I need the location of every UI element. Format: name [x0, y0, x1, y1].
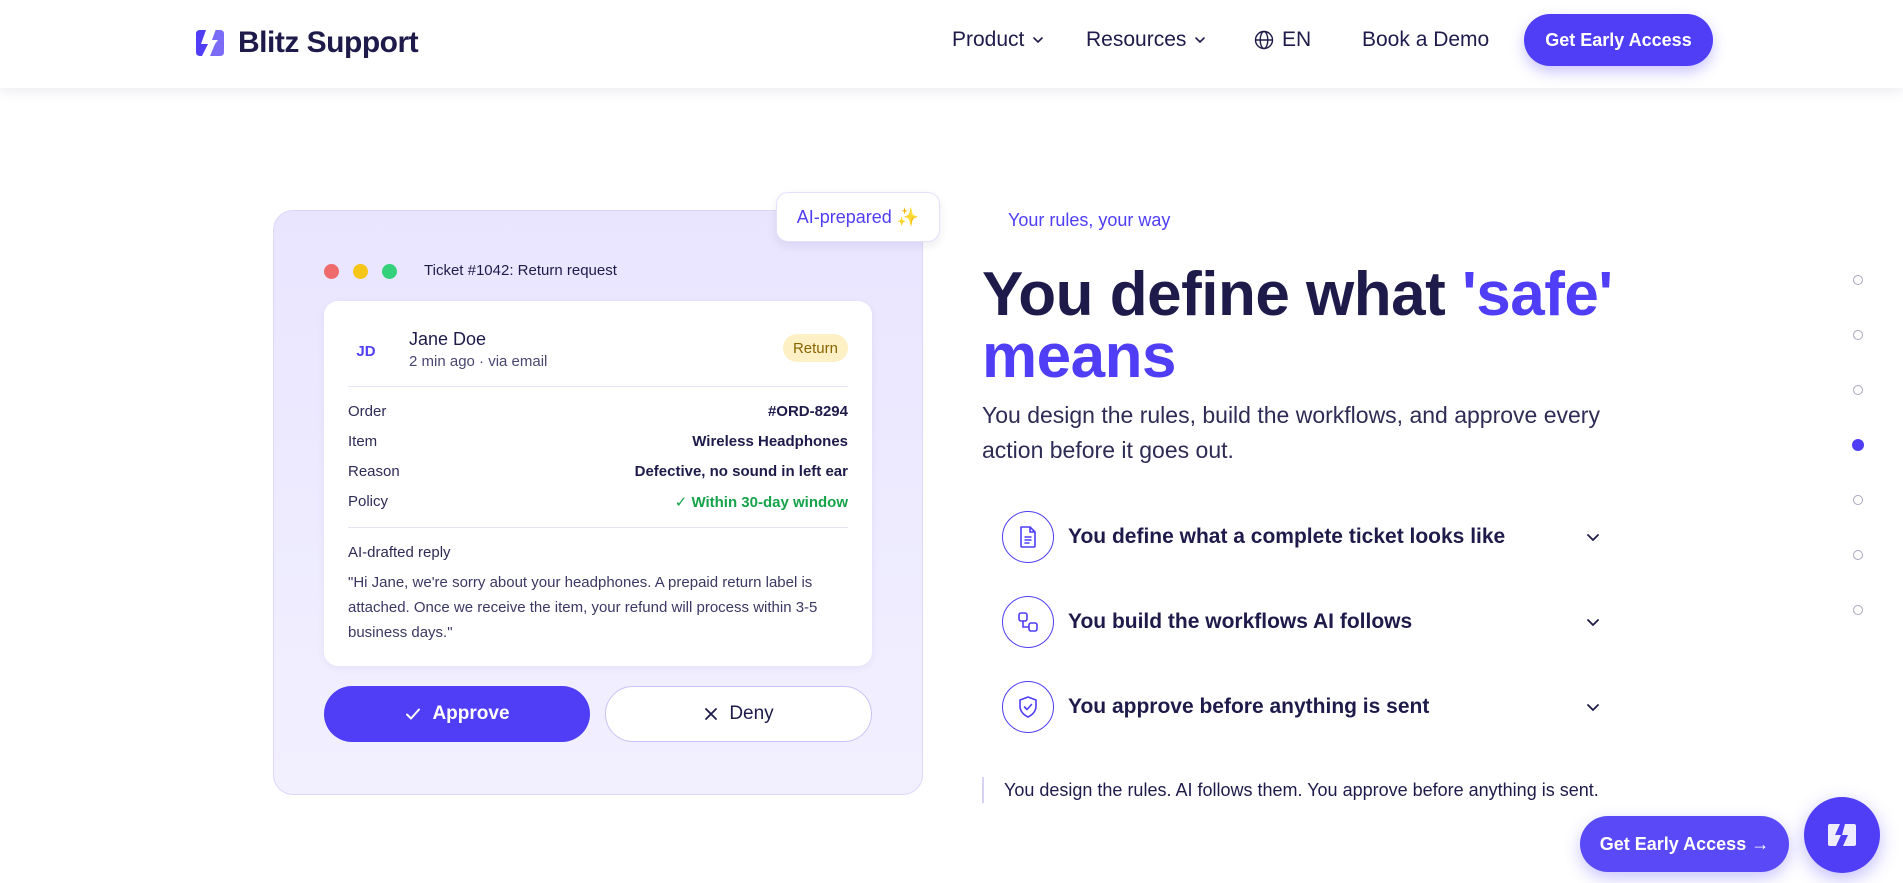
accordion-item-approval[interactable]: You approve before anything is sent [1002, 681, 1612, 733]
section-nav-dot[interactable] [1853, 605, 1863, 615]
section-nav-dot-active[interactable] [1852, 439, 1864, 451]
customer-name: Jane Doe [409, 329, 487, 349]
detail-row-order: Order #ORD-8294 [348, 403, 848, 420]
accordion-label: You build the workflows AI follows [1068, 610, 1413, 633]
shield-check-icon [1002, 681, 1054, 733]
book-demo-link[interactable]: Book a Demo [1362, 28, 1489, 52]
section-nav-dot[interactable] [1853, 385, 1863, 395]
accordion-label: You approve before anything is sent [1068, 695, 1430, 718]
avatar: JD [356, 342, 376, 360]
top-navbar: Blitz Support Product Resources EN Book … [0, 0, 1903, 88]
detail-label: Order [348, 403, 387, 420]
detail-row-reason: Reason Defective, no sound in left ear [348, 463, 848, 480]
get-early-access-button[interactable]: Get Early Access [1524, 14, 1713, 66]
window-close-dot [324, 264, 339, 279]
detail-value: #ORD-8294 [767, 403, 848, 420]
section-nav-dot[interactable] [1853, 275, 1863, 285]
detail-row-policy: Policy ✓ Within 30-day window [348, 493, 848, 511]
chevron-down-icon [1587, 704, 1599, 712]
window-maximize-dot [382, 264, 397, 279]
document-icon [1002, 511, 1054, 563]
approve-button[interactable]: Approve [324, 686, 590, 742]
book-demo-label: Book a Demo [1362, 28, 1490, 51]
summary-quote: You design the rules. AI follows them. Y… [1004, 780, 1599, 800]
accordion-item-ticket-definition[interactable]: You define what a complete ticket looks … [1002, 511, 1612, 563]
detail-label: Policy [348, 493, 389, 510]
section-nav-dot[interactable] [1853, 330, 1863, 340]
chat-launcher-button[interactable] [1804, 797, 1880, 873]
status-badge: Return [782, 334, 848, 362]
section-eyebrow: Your rules, your way [1008, 210, 1171, 230]
ai-prepared-label: AI-prepared ✨ [796, 206, 920, 227]
floating-cta-label: Get Early Access → [1599, 833, 1770, 854]
chevron-down-icon [1587, 619, 1599, 627]
reply-label: AI-drafted reply [348, 544, 451, 561]
logo-bolt-icon [196, 29, 224, 57]
chevron-down-icon [1033, 37, 1044, 44]
language-selector[interactable]: EN [1254, 28, 1311, 52]
ticket-card: JD Jane Doe 2 min ago · via email Return… [324, 301, 872, 666]
brand-name: Blitz Support [238, 26, 419, 59]
chat-bolt-icon [1828, 824, 1856, 846]
detail-value: Wireless Headphones [692, 433, 848, 450]
chevron-down-icon [1195, 37, 1206, 44]
nav-product-menu[interactable]: Product [952, 28, 1044, 52]
accordion-item-workflows[interactable]: You build the workflows AI follows [1002, 596, 1612, 648]
divider [348, 527, 848, 528]
brand-logo[interactable]: Blitz Support [192, 26, 419, 60]
check-icon [406, 708, 421, 720]
section-nav-dot[interactable] [1853, 495, 1863, 505]
detail-value: Defective, no sound in left ear [634, 463, 848, 480]
policy-status: ✓ Within 30-day window [674, 494, 848, 511]
nav-resources-label: Resources [1086, 28, 1187, 51]
approve-label: Approve [432, 703, 510, 724]
language-label: EN [1282, 28, 1312, 51]
deny-button[interactable]: Deny [605, 686, 872, 742]
divider [348, 386, 848, 387]
page-title: You define what 'safe' means [982, 264, 1622, 388]
section-nav-dot[interactable] [1853, 550, 1863, 560]
headline-main: You define what [982, 260, 1462, 329]
accordion-label: You define what a complete ticket looks … [1068, 525, 1506, 548]
floating-early-access-button[interactable]: Get Early Access → [1580, 816, 1789, 872]
customer-meta: 2 min ago · via email [409, 353, 548, 370]
close-icon [705, 708, 718, 720]
window-controls [324, 264, 397, 279]
workflow-icon [1002, 596, 1054, 648]
cta-label: Get Early Access [1545, 29, 1692, 50]
nav-resources-menu[interactable]: Resources [1086, 28, 1206, 52]
section-description: You design the rules, build the workflow… [982, 402, 1600, 463]
detail-label: Reason [348, 463, 400, 480]
reply-text: "Hi Jane, we're sorry about your headpho… [348, 574, 818, 641]
nav-product-label: Product [952, 28, 1025, 51]
globe-icon [1254, 30, 1274, 50]
quote-divider [982, 777, 984, 803]
chevron-down-icon [1587, 534, 1599, 542]
detail-label: Item [348, 433, 378, 450]
deny-label: Deny [729, 703, 774, 724]
detail-row-item: Item Wireless Headphones [348, 433, 848, 450]
ai-prepared-badge: AI-prepared ✨ [776, 192, 940, 242]
window-minimize-dot [353, 264, 368, 279]
ticket-window-title: Ticket #1042: Return request [424, 262, 617, 279]
